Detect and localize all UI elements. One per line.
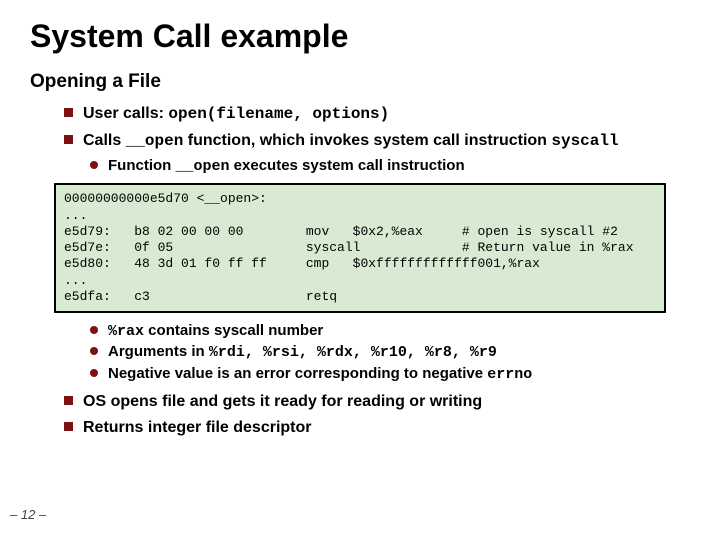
text: Function [108, 157, 176, 174]
bullet-user-calls: User calls: open(filename, options) [64, 103, 690, 126]
disc-bullet-icon [90, 161, 98, 169]
bullet-os-opens: OS opens file and gets it ready for read… [64, 391, 690, 413]
text: function, which invokes system call inst… [183, 132, 551, 149]
disc-bullet-icon [90, 326, 98, 334]
text: Calls [83, 132, 126, 149]
page-number: – 12 – [10, 507, 46, 522]
code-errno: errno [487, 366, 532, 383]
square-bullet-icon [64, 396, 73, 405]
subbullet-function-open: Function __open executes system call ins… [90, 156, 690, 177]
bullet-calls-open: Calls __open function, which invokes sys… [64, 130, 690, 153]
text: executes system call instruction [230, 157, 465, 174]
square-bullet-icon [64, 135, 73, 144]
disc-bullet-icon [90, 347, 98, 355]
text: Arguments in [108, 343, 209, 360]
code-open-call: open(filename, options) [168, 105, 389, 123]
slide-subtitle: Opening a File [30, 71, 690, 93]
subbullet-errno: Negative value is an error corresponding… [90, 364, 690, 385]
disc-bullet-icon [90, 369, 98, 377]
code-open-fn2: __open [176, 158, 230, 175]
code-open-fn: __open [126, 132, 184, 150]
text: User calls: [83, 105, 168, 122]
text: OS opens file and gets it ready for read… [83, 391, 482, 413]
square-bullet-icon [64, 422, 73, 431]
square-bullet-icon [64, 108, 73, 117]
text: Negative value is an error corresponding… [108, 365, 487, 382]
text: contains syscall number [144, 322, 323, 339]
code-arg-regs: %rdi, %rsi, %rdx, %r10, %r8, %r9 [209, 344, 497, 361]
code-syscall: syscall [551, 132, 618, 150]
subbullet-rax: %rax contains syscall number [90, 321, 690, 342]
subbullet-args: Arguments in %rdi, %rsi, %rdx, %r10, %r8… [90, 342, 690, 363]
slide-title: System Call example [30, 18, 690, 55]
text: Returns integer file descriptor [83, 417, 312, 439]
bullet-returns-fd: Returns integer file descriptor [64, 417, 690, 439]
assembly-code-block: 00000000000e5d70 <__open>: ... e5d79: b8… [54, 183, 666, 313]
code-rax: %rax [108, 323, 144, 340]
